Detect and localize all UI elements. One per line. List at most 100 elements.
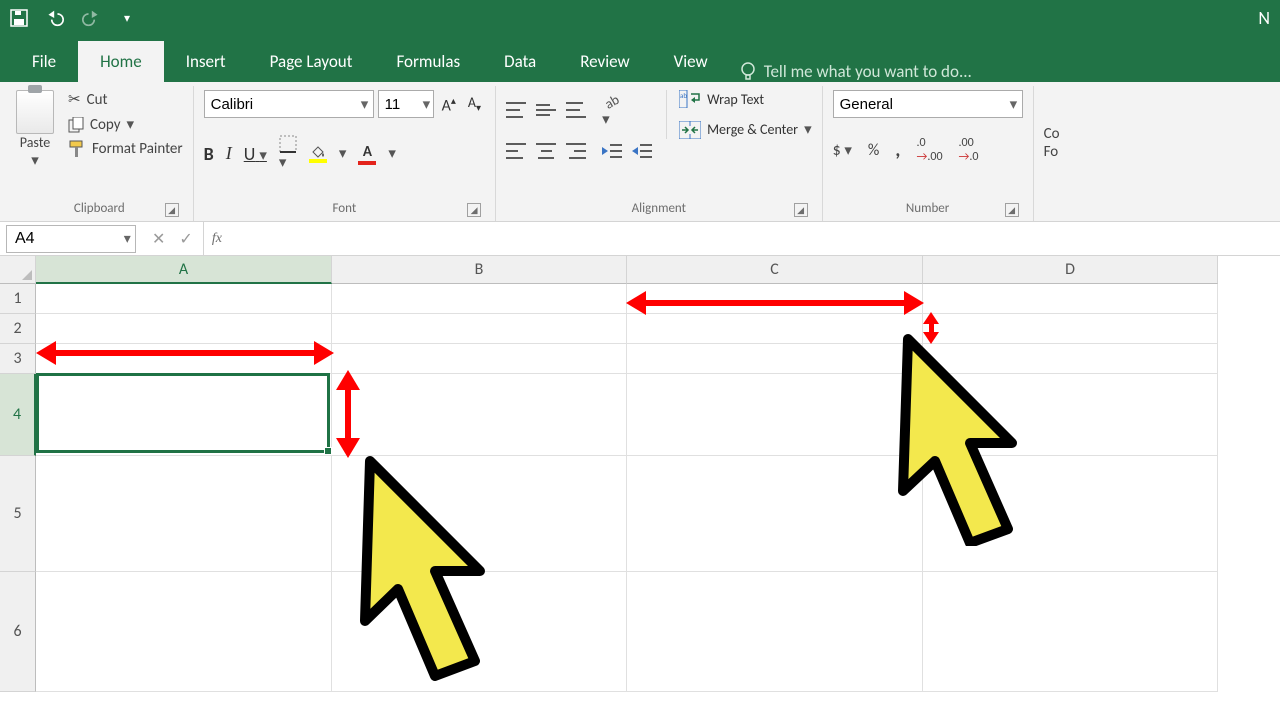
- tab-formulas[interactable]: Formulas: [374, 41, 482, 82]
- tab-review[interactable]: Review: [558, 41, 651, 82]
- column-header-d[interactable]: D: [923, 256, 1218, 284]
- decrease-decimal-icon[interactable]: .00→.0: [959, 136, 979, 164]
- cell-A2[interactable]: [36, 314, 332, 344]
- font-size-input[interactable]: [379, 96, 420, 113]
- cell-A3[interactable]: [36, 344, 332, 374]
- cell-B3[interactable]: [332, 344, 627, 374]
- enter-icon[interactable]: ✓: [179, 229, 192, 249]
- italic-button[interactable]: I: [226, 143, 232, 164]
- formula-input[interactable]: [230, 222, 1280, 255]
- select-all-corner[interactable]: [0, 256, 36, 284]
- wrap-text-icon: ab: [679, 90, 701, 108]
- row-header-2[interactable]: 2: [0, 314, 36, 344]
- dialog-launcher-icon[interactable]: ◢: [165, 203, 179, 217]
- align-center-icon[interactable]: [536, 143, 556, 159]
- tab-insert[interactable]: Insert: [164, 41, 248, 82]
- row-header-6[interactable]: 6: [0, 572, 36, 692]
- comma-button[interactable]: ,: [895, 138, 900, 162]
- cut-button[interactable]: ✂ Cut: [68, 90, 183, 109]
- merge-center-button[interactable]: Merge & Center ▾: [679, 120, 812, 139]
- tell-me-search[interactable]: Tell me what you want to do...: [740, 61, 972, 82]
- worksheet[interactable]: ABCD 123456: [0, 256, 1280, 720]
- currency-button[interactable]: $ ▾: [833, 141, 852, 160]
- percent-button[interactable]: %: [868, 141, 879, 160]
- qat-customize-icon[interactable]: ▾: [118, 9, 136, 27]
- row-header-3[interactable]: 3: [0, 344, 36, 374]
- font-size-combo[interactable]: ▾: [378, 90, 434, 118]
- cell-A4[interactable]: [36, 374, 332, 456]
- row-header-1[interactable]: 1: [0, 284, 36, 314]
- cell-B1[interactable]: [332, 284, 627, 314]
- font-name-input[interactable]: [205, 96, 357, 113]
- row-header-5[interactable]: 5: [0, 456, 36, 572]
- format-painter-button[interactable]: Format Painter: [68, 140, 183, 158]
- cancel-icon[interactable]: ✕: [152, 229, 165, 249]
- cell-C1[interactable]: [627, 284, 923, 314]
- cell-B4[interactable]: [332, 374, 627, 456]
- cell-C5[interactable]: [627, 456, 923, 572]
- cell-A6[interactable]: [36, 572, 332, 692]
- cell-D6[interactable]: [923, 572, 1218, 692]
- row-header-4[interactable]: 4: [0, 374, 36, 456]
- cell-D2[interactable]: [923, 314, 1218, 344]
- wrap-text-button[interactable]: ab Wrap Text: [679, 90, 812, 108]
- dialog-launcher-icon[interactable]: ◢: [1005, 203, 1019, 217]
- decrease-indent-icon[interactable]: [602, 143, 622, 159]
- cell-D3[interactable]: [923, 344, 1218, 374]
- decrease-font-icon[interactable]: A▾: [464, 90, 485, 119]
- cell-B2[interactable]: [332, 314, 627, 344]
- column-header-a[interactable]: A: [36, 256, 332, 284]
- cell-D5[interactable]: [923, 456, 1218, 572]
- redo-icon[interactable]: [82, 9, 100, 27]
- save-icon[interactable]: [10, 9, 28, 27]
- svg-text:ab: ab: [680, 91, 687, 100]
- column-header-c[interactable]: C: [627, 256, 923, 284]
- tab-data[interactable]: Data: [482, 41, 558, 82]
- cell-B5[interactable]: [332, 456, 627, 572]
- name-box[interactable]: ▾: [6, 225, 136, 253]
- increase-font-icon[interactable]: A▴: [438, 90, 460, 119]
- orientation-button[interactable]: ab▾: [602, 90, 622, 129]
- tab-page-layout[interactable]: Page Layout: [248, 41, 375, 82]
- chevron-down-icon[interactable]: ▾: [356, 95, 372, 114]
- font-color-button[interactable]: A: [358, 143, 376, 165]
- chevron-down-icon[interactable]: ▾: [420, 95, 433, 114]
- dialog-launcher-icon[interactable]: ◢: [794, 203, 808, 217]
- cell-D1[interactable]: [923, 284, 1218, 314]
- align-bottom-icon[interactable]: [566, 102, 586, 118]
- align-top-icon[interactable]: [506, 102, 526, 118]
- fill-color-button[interactable]: [309, 145, 327, 163]
- increase-indent-icon[interactable]: [632, 143, 652, 159]
- tab-view[interactable]: View: [652, 41, 730, 82]
- cell-C4[interactable]: [627, 374, 923, 456]
- copy-button[interactable]: Copy ▾: [68, 115, 183, 134]
- tab-home[interactable]: Home: [78, 41, 164, 82]
- name-box-input[interactable]: [7, 230, 120, 248]
- align-middle-icon[interactable]: [536, 102, 556, 118]
- underline-button[interactable]: U ▾: [244, 143, 267, 165]
- font-name-combo[interactable]: ▾: [204, 90, 374, 118]
- undo-icon[interactable]: [46, 9, 64, 27]
- bold-button[interactable]: B: [204, 143, 214, 165]
- tab-file[interactable]: File: [10, 41, 78, 82]
- borders-button[interactable]: ▾: [279, 135, 297, 172]
- chevron-down-icon[interactable]: ▾: [120, 230, 136, 247]
- paste-button[interactable]: Paste ▾: [16, 90, 54, 170]
- cell-C2[interactable]: [627, 314, 923, 344]
- align-right-icon[interactable]: [566, 143, 586, 159]
- dialog-launcher-icon[interactable]: ◢: [467, 203, 481, 217]
- column-header-b[interactable]: B: [332, 256, 627, 284]
- cell-D4[interactable]: [923, 374, 1218, 456]
- cell-C6[interactable]: [627, 572, 923, 692]
- cell-B6[interactable]: [332, 572, 627, 692]
- number-format-input[interactable]: [834, 96, 1006, 113]
- fx-icon[interactable]: fx: [204, 231, 230, 247]
- cell-C3[interactable]: [627, 344, 923, 374]
- group-font: ▾ ▾ A▴ A▾ B I U ▾ ▾: [194, 86, 496, 221]
- chevron-down-icon[interactable]: ▾: [1005, 95, 1021, 114]
- number-format-combo[interactable]: ▾: [833, 90, 1023, 118]
- align-left-icon[interactable]: [506, 143, 526, 159]
- cell-A5[interactable]: [36, 456, 332, 572]
- cell-A1[interactable]: [36, 284, 332, 314]
- increase-decimal-icon[interactable]: .0→.00: [916, 136, 942, 164]
